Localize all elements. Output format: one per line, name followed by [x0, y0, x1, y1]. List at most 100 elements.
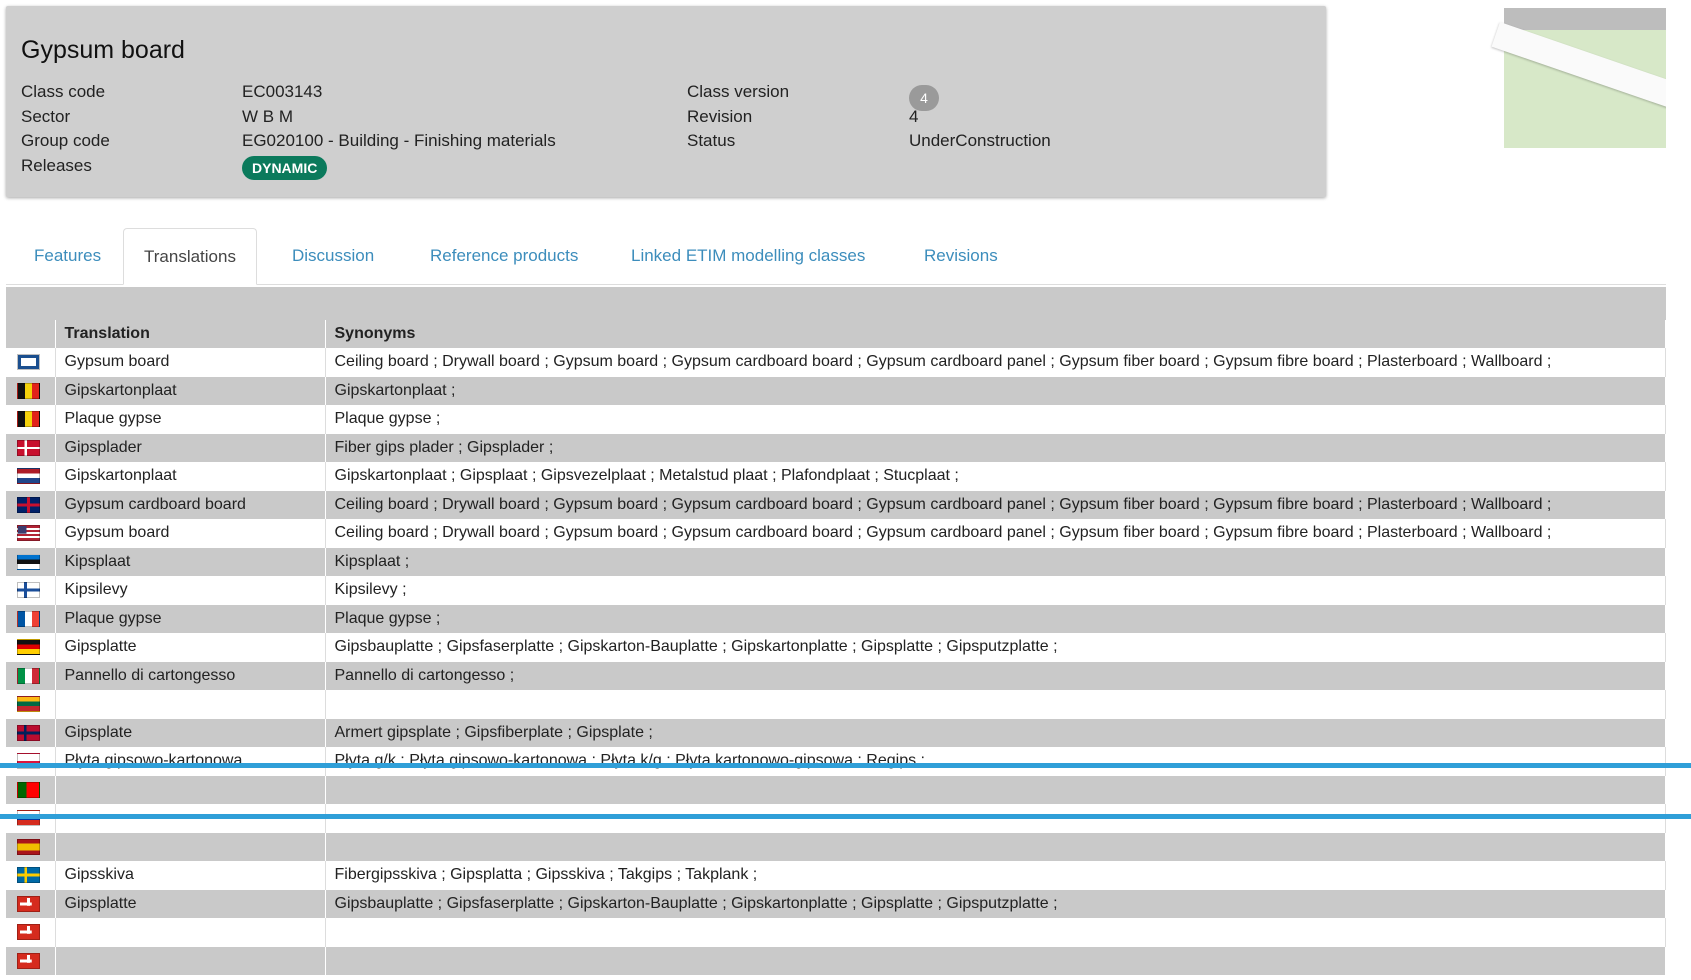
switzerland-flag-icon — [17, 952, 40, 969]
italy-flag-icon — [17, 667, 40, 684]
synonyms-cell: Plaque gypse ; — [325, 405, 1666, 434]
tab-linked-etim-modelling-classes[interactable]: Linked ETIM modelling classes — [611, 228, 885, 283]
sweden-flag-icon — [17, 867, 40, 884]
status-value: UnderConstruction — [909, 131, 1051, 150]
translation-cell: Kipsilevy — [55, 576, 326, 605]
table-row[interactable] — [6, 946, 1666, 975]
table-row[interactable]: Plaque gypse Plaque gypse ; — [6, 604, 1666, 633]
translation-cell — [55, 832, 326, 861]
synonyms-cell: Fiber gips plader ; Gipsplader ; — [325, 433, 1666, 462]
flag-cell — [6, 832, 56, 861]
table-body: Gypsum board Ceiling board ; Drywall boar… — [6, 348, 1666, 975]
flag-cell — [6, 519, 56, 548]
class-version-label: Class version — [687, 82, 790, 101]
table-row[interactable]: Gipskartonplaat Gipskartonplaat ; Gipspla… — [6, 462, 1666, 491]
synonyms-cell: Kipsplaat ; — [325, 547, 1666, 576]
translation-cell: Plaque gypse — [55, 405, 326, 434]
switzerland-flag-icon — [17, 895, 40, 912]
flag-cell — [6, 490, 56, 519]
sector-label: Sector — [21, 107, 71, 126]
table-row[interactable]: Kipsplaat Kipsplaat ; — [6, 547, 1666, 576]
group-code-value: EG020100 - Building - Finishing material… — [242, 131, 556, 150]
sector-value: W B M — [242, 107, 293, 126]
flag-cell — [6, 462, 56, 491]
translation-cell — [55, 946, 326, 975]
table-row[interactable]: Gypsum board Ceiling board ; Drywall boar… — [6, 519, 1666, 548]
flag-cell — [6, 576, 56, 605]
synonyms-cell: Ceiling board ; Drywall board ; Gypsum b… — [325, 490, 1666, 519]
tab-translations[interactable]: Translations — [123, 228, 257, 285]
product-thumbnail[interactable] — [1350, 8, 1666, 148]
releases-label: Releases — [21, 156, 92, 175]
tab-discussion[interactable]: Discussion — [272, 228, 394, 283]
selection-line-bottom — [0, 814, 1691, 819]
translation-cell: Płyta gipsowo-kartonowa — [55, 747, 326, 776]
translation-cell: Gipskartonplaat — [55, 462, 326, 491]
table-row[interactable] — [6, 775, 1666, 804]
netherlands-flag-icon — [17, 468, 40, 485]
synonyms-cell: Kipsilevy ; — [325, 576, 1666, 605]
class-code-label: Class code — [21, 82, 106, 101]
selection-line-top — [0, 763, 1691, 768]
class-header-panel: Gypsum board Class code EC003143 Sector … — [6, 6, 1326, 197]
table-row[interactable]: Gipsplader Fiber gips plader ; Gipsplader… — [6, 433, 1666, 462]
table-header-row: Translation Synonyms — [6, 320, 1666, 348]
tab-features[interactable]: Features — [14, 228, 121, 283]
flag-cell — [6, 376, 56, 405]
table-row[interactable] — [6, 832, 1666, 861]
portugal-flag-icon — [17, 781, 40, 798]
table-row[interactable]: Gypsum cardboard board Ceiling board ; Dr… — [6, 490, 1666, 519]
tab-reference-products[interactable]: Reference products — [410, 228, 598, 283]
synonyms-cell — [325, 918, 1666, 947]
finland-flag-icon — [17, 582, 40, 599]
table-row[interactable]: Pannello di cartongesso Pannello di carto… — [6, 661, 1666, 690]
translation-cell — [55, 918, 326, 947]
flag-cell — [6, 633, 56, 662]
synonyms-column-header[interactable]: Synonyms — [325, 320, 1666, 348]
translation-cell: Kipsplaat — [55, 547, 326, 576]
table-row[interactable]: Gipskartonplaat Gipskartonplaat ; — [6, 376, 1666, 405]
table-row[interactable] — [6, 918, 1666, 947]
germany-flag-icon — [17, 639, 40, 656]
synonyms-cell: Pannello di cartongesso ; — [325, 661, 1666, 690]
synonyms-cell — [325, 946, 1666, 975]
united-kingdom-flag-icon — [17, 496, 40, 513]
estonia-flag-icon — [17, 553, 40, 570]
table-row[interactable]: Gipsskiva Fibergipsskiva ; Gipsplatta ; G… — [6, 861, 1666, 890]
table-row[interactable]: Gipsplatte Gipsbauplatte ; Gipsfaserplatt… — [6, 889, 1666, 918]
flag-cell — [6, 889, 56, 918]
synonyms-cell: Płyta g/k ; Płyta gipsowo-kartonowa ; Pł… — [325, 747, 1666, 776]
table-row[interactable]: Kipsilevy Kipsilevy ; — [6, 576, 1666, 605]
international-flag-icon — [17, 354, 40, 371]
translation-cell: Gypsum board — [55, 519, 326, 548]
translation-cell: Gypsum board — [55, 348, 326, 377]
flag-cell — [6, 747, 56, 776]
synonyms-cell: Gipsbauplatte ; Gipsfaserplatte ; Gipska… — [325, 633, 1666, 662]
belgium-flag-icon — [17, 411, 40, 428]
translation-cell: Gipsplader — [55, 433, 326, 462]
table-row[interactable] — [6, 690, 1666, 719]
united-states-flag-icon — [17, 525, 40, 542]
translations-table: Translation Synonyms Gypsum board Ceiling… — [6, 320, 1666, 975]
table-row[interactable]: Płyta gipsowo-kartonowa Płyta g/k ; Płyta… — [6, 747, 1666, 776]
table-row[interactable]: Plaque gypse Plaque gypse ; — [6, 405, 1666, 434]
flag-cell — [6, 547, 56, 576]
tab-revisions[interactable]: Revisions — [904, 228, 1018, 283]
translation-cell: Gypsum cardboard board — [55, 490, 326, 519]
flag-cell — [6, 433, 56, 462]
flag-column-header — [6, 320, 56, 348]
synonyms-cell: Fibergipsskiva ; Gipsplatta ; Gipsskiva … — [325, 861, 1666, 890]
table-row[interactable]: Gypsum board Ceiling board ; Drywall boar… — [6, 348, 1666, 377]
tab-bar: Features Translations Discussion Referen… — [6, 228, 1666, 285]
revision-label: Revision — [687, 107, 753, 126]
synonyms-cell — [325, 832, 1666, 861]
revision-value: 4 — [909, 107, 919, 126]
flag-cell — [6, 348, 56, 377]
translation-cell — [55, 775, 326, 804]
release-badge[interactable]: DYNAMIC — [242, 156, 328, 180]
table-row[interactable]: Gipsplatte Gipsbauplatte ; Gipsfaserplatt… — [6, 633, 1666, 662]
translation-column-header[interactable]: Translation — [55, 320, 326, 348]
synonyms-cell: Plaque gypse ; — [325, 604, 1666, 633]
synonyms-cell — [325, 690, 1666, 719]
table-row[interactable]: Gipsplate Armert gipsplate ; Gipsfiberpla… — [6, 718, 1666, 747]
